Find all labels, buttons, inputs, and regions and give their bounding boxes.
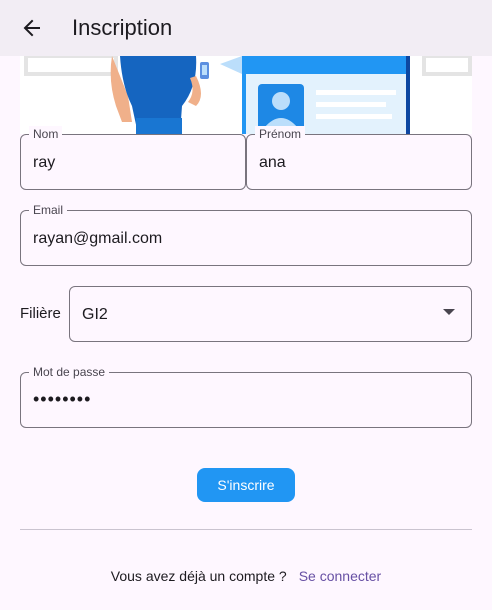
form-content: Nom ray Prénom ana Email rayan@gmail.com… xyxy=(0,56,492,610)
app-bar: Inscription xyxy=(0,0,492,56)
password-field[interactable]: Mot de passe •••••••• xyxy=(20,364,472,428)
filiere-label: Filière xyxy=(20,305,61,322)
signup-button[interactable]: S'inscrire xyxy=(197,468,295,502)
divider xyxy=(20,529,472,530)
prenom-label: Prénom xyxy=(255,126,306,142)
dropdown-arrow-icon xyxy=(443,309,455,315)
registration-illustration xyxy=(20,56,472,134)
arrow-back-icon xyxy=(23,19,40,37)
nom-label: Nom xyxy=(29,126,63,142)
page-title: Inscription xyxy=(72,15,173,40)
email-field[interactable]: Email rayan@gmail.com xyxy=(20,202,472,266)
email-value: rayan@gmail.com xyxy=(33,230,163,247)
password-label: Mot de passe xyxy=(29,364,110,380)
filiere-dropdown[interactable]: GI2 xyxy=(69,286,472,342)
prenom-field[interactable]: Prénom ana xyxy=(246,126,472,190)
hero-illustration xyxy=(20,56,472,134)
back-button[interactable] xyxy=(12,8,52,48)
footer: Vous avez déjà un compte ? Se connecter xyxy=(0,566,492,586)
nom-field[interactable]: Nom ray xyxy=(20,126,246,190)
nom-value: ray xyxy=(33,154,56,171)
filiere-value: GI2 xyxy=(82,306,108,323)
prenom-value: ana xyxy=(259,154,286,171)
password-value: •••••••• xyxy=(33,389,92,409)
login-link[interactable]: Se connecter xyxy=(299,568,382,584)
footer-text: Vous avez déjà un compte ? xyxy=(110,568,287,584)
email-label: Email xyxy=(29,202,68,218)
